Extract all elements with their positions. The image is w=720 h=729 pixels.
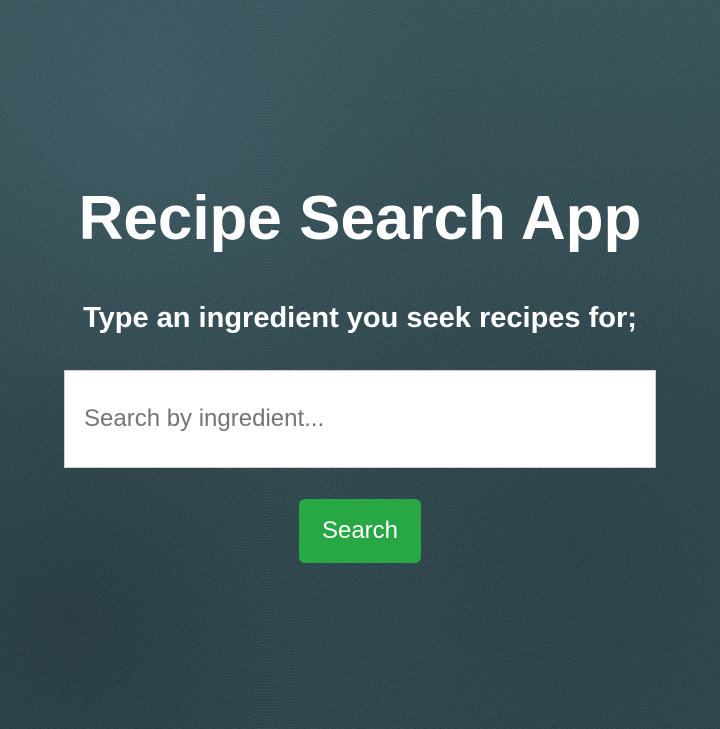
instruction-text: Type an ingredient you seek recipes for; bbox=[83, 302, 637, 334]
search-input[interactable] bbox=[64, 370, 656, 468]
app-container: Recipe Search App Type an ingredient you… bbox=[0, 0, 720, 729]
search-button[interactable]: Search bbox=[299, 499, 421, 563]
page-title: Recipe Search App bbox=[78, 184, 642, 253]
